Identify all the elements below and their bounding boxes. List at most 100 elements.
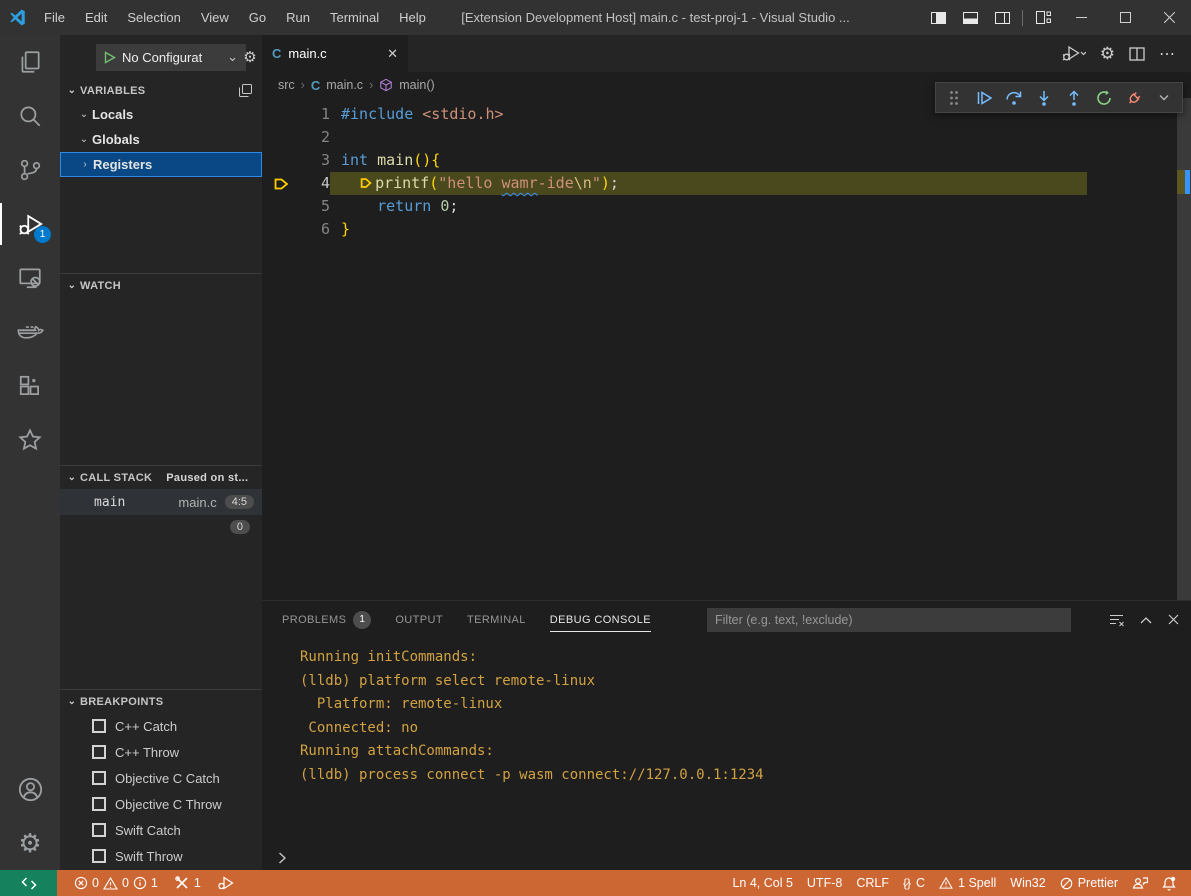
- toggle-sidebar-icon[interactable]: [922, 0, 954, 35]
- debug-status[interactable]: [211, 872, 241, 894]
- run-or-debug-icon[interactable]: [1062, 45, 1086, 62]
- breakpoint-checkbox[interactable]: [92, 745, 106, 759]
- code-line[interactable]: 2: [262, 126, 1191, 149]
- stack-frame-row[interactable]: main main.c 4:5: [60, 489, 262, 515]
- debug-console-output[interactable]: Running initCommands:(lldb) platform sel…: [262, 638, 1191, 845]
- breakpoint-row[interactable]: C++ Catch: [60, 713, 262, 739]
- menu-file[interactable]: File: [34, 0, 75, 35]
- current-statement-gutter-arrow[interactable]: [262, 172, 300, 195]
- debug-configuration-dropdown[interactable]: No Configurat ⌄: [96, 44, 246, 71]
- variables-item-globals[interactable]: ⌄Globals: [60, 127, 262, 152]
- watch-section-header[interactable]: ⌄ WATCH: [60, 274, 262, 297]
- activity-accounts-icon[interactable]: [0, 762, 60, 816]
- debug-settings-gear-icon[interactable]: ⚙: [238, 43, 262, 70]
- variables-item-locals[interactable]: ⌄Locals: [60, 102, 262, 127]
- overview-ruler[interactable]: [1177, 98, 1191, 600]
- status-label: Prettier: [1078, 876, 1118, 890]
- feedback[interactable]: [1125, 872, 1155, 894]
- variables-item-registers[interactable]: ›Registers: [60, 152, 262, 177]
- language-mode[interactable]: {̷}C: [896, 872, 932, 894]
- eol[interactable]: CRLF: [849, 872, 896, 894]
- breakpoint-row[interactable]: Swift Catch: [60, 817, 262, 843]
- panel-tab-problems[interactable]: PROBLEMS1: [282, 601, 371, 638]
- debug-chevron-down-icon[interactable]: [1151, 85, 1177, 111]
- cursor-position[interactable]: Ln 4, Col 5: [725, 872, 799, 894]
- menu-edit[interactable]: Edit: [75, 0, 117, 35]
- variables-section-header[interactable]: ⌄ VARIABLES: [60, 79, 262, 102]
- call-stack-section-header[interactable]: ⌄ CALL STACK Paused on st...: [60, 466, 262, 489]
- gear-icon[interactable]: ⚙: [1100, 45, 1115, 62]
- toggle-panel-icon[interactable]: [954, 0, 986, 35]
- breakpoint-row[interactable]: Objective C Catch: [60, 765, 262, 791]
- code-line[interactable]: 6}: [262, 218, 1191, 241]
- panel-tab-terminal[interactable]: TERMINAL: [467, 601, 526, 638]
- menu-run[interactable]: Run: [276, 0, 320, 35]
- thread-row[interactable]: 0: [60, 515, 262, 539]
- breakpoint-row[interactable]: Swift Throw: [60, 843, 262, 869]
- debug-step-into-icon[interactable]: [1031, 85, 1057, 111]
- activity-explorer-icon[interactable]: [0, 35, 60, 89]
- breakpoint-checkbox[interactable]: [92, 771, 106, 785]
- tools-status[interactable]: 1: [168, 872, 208, 894]
- debug-console-input[interactable]: [262, 845, 1191, 870]
- warning-icon: [103, 877, 118, 890]
- maximize-panel-icon[interactable]: [1140, 616, 1152, 624]
- encoding[interactable]: UTF-8: [800, 872, 849, 894]
- activity-settings-gear-icon[interactable]: ⚙: [0, 816, 60, 870]
- panel-tab-output[interactable]: OUTPUT: [395, 601, 443, 638]
- close-icon[interactable]: [1147, 0, 1191, 35]
- notifications[interactable]: [1155, 872, 1183, 894]
- maximize-icon[interactable]: [1103, 0, 1147, 35]
- menu-terminal[interactable]: Terminal: [320, 0, 389, 35]
- breakpoint-checkbox[interactable]: [92, 719, 106, 733]
- vscode-window: FileEditSelectionViewGoRunTerminalHelp […: [0, 0, 1191, 896]
- platform[interactable]: Win32: [1003, 872, 1052, 894]
- panel-tab-debug-console[interactable]: DEBUG CONSOLE: [550, 601, 651, 638]
- breakpoint-row[interactable]: Objective C Throw: [60, 791, 262, 817]
- split-editor-icon[interactable]: [1129, 47, 1145, 61]
- copy-value-icon[interactable]: [239, 84, 252, 97]
- debug-step-out-icon[interactable]: [1061, 85, 1087, 111]
- toggle-secondary-sidebar-icon[interactable]: [986, 0, 1018, 35]
- menu-selection[interactable]: Selection: [117, 0, 190, 35]
- breakpoint-checkbox[interactable]: [92, 849, 106, 863]
- breadcrumb-src[interactable]: src: [278, 78, 295, 92]
- console-filter-input[interactable]: [707, 608, 1071, 632]
- activity-source-control-icon[interactable]: [0, 143, 60, 197]
- menu-go[interactable]: Go: [239, 0, 276, 35]
- tab-close-icon[interactable]: ✕: [387, 46, 398, 62]
- code-line[interactable]: 3int main(){: [262, 149, 1191, 172]
- line-content: printf("hello wamr-ide\n");: [330, 172, 1087, 195]
- activity-docker-icon[interactable]: [0, 305, 60, 359]
- debug-continue-icon[interactable]: [971, 85, 997, 111]
- breakpoints-section-header[interactable]: ⌄ BREAKPOINTS: [60, 690, 262, 713]
- ellipsis-icon[interactable]: ⋯: [1159, 44, 1177, 64]
- breadcrumb-file[interactable]: main.c: [326, 78, 363, 92]
- debug-restart-icon[interactable]: [1091, 85, 1117, 111]
- tab-main-c[interactable]: C main.c ✕: [262, 35, 408, 72]
- problems-status[interactable]: 0 0 1: [67, 872, 165, 894]
- debug-disconnect-icon[interactable]: [1121, 85, 1147, 111]
- breakpoint-checkbox[interactable]: [92, 797, 106, 811]
- menu-help[interactable]: Help: [389, 0, 436, 35]
- breakpoint-row[interactable]: C++ Throw: [60, 739, 262, 765]
- minimize-icon[interactable]: [1059, 0, 1103, 35]
- code-line[interactable]: 4 printf("hello wamr-ide\n");: [262, 172, 1191, 195]
- activity-run-and-debug-icon[interactable]: 1: [0, 197, 60, 251]
- code-line[interactable]: 5 return 0;: [262, 195, 1191, 218]
- menu-view[interactable]: View: [191, 0, 239, 35]
- remote-indicator[interactable]: [0, 870, 57, 896]
- breakpoint-checkbox[interactable]: [92, 823, 106, 837]
- activity-search-icon[interactable]: [0, 89, 60, 143]
- activity-favorites-icon[interactable]: [0, 413, 60, 467]
- activity-extensions-icon[interactable]: [0, 359, 60, 413]
- clear-console-icon[interactable]: [1109, 613, 1124, 627]
- formatter[interactable]: Prettier: [1053, 872, 1125, 894]
- spell-status[interactable]: 1 Spell: [932, 872, 1003, 894]
- code-editor[interactable]: 1#include <stdio.h>23int main(){4 printf…: [262, 98, 1191, 600]
- debug-step-over-icon[interactable]: [1001, 85, 1027, 111]
- customize-layout-icon[interactable]: [1027, 0, 1059, 35]
- activity-remote-explorer-icon[interactable]: [0, 251, 60, 305]
- breadcrumb-symbol[interactable]: main(): [399, 78, 434, 92]
- close-panel-icon[interactable]: [1168, 614, 1179, 625]
